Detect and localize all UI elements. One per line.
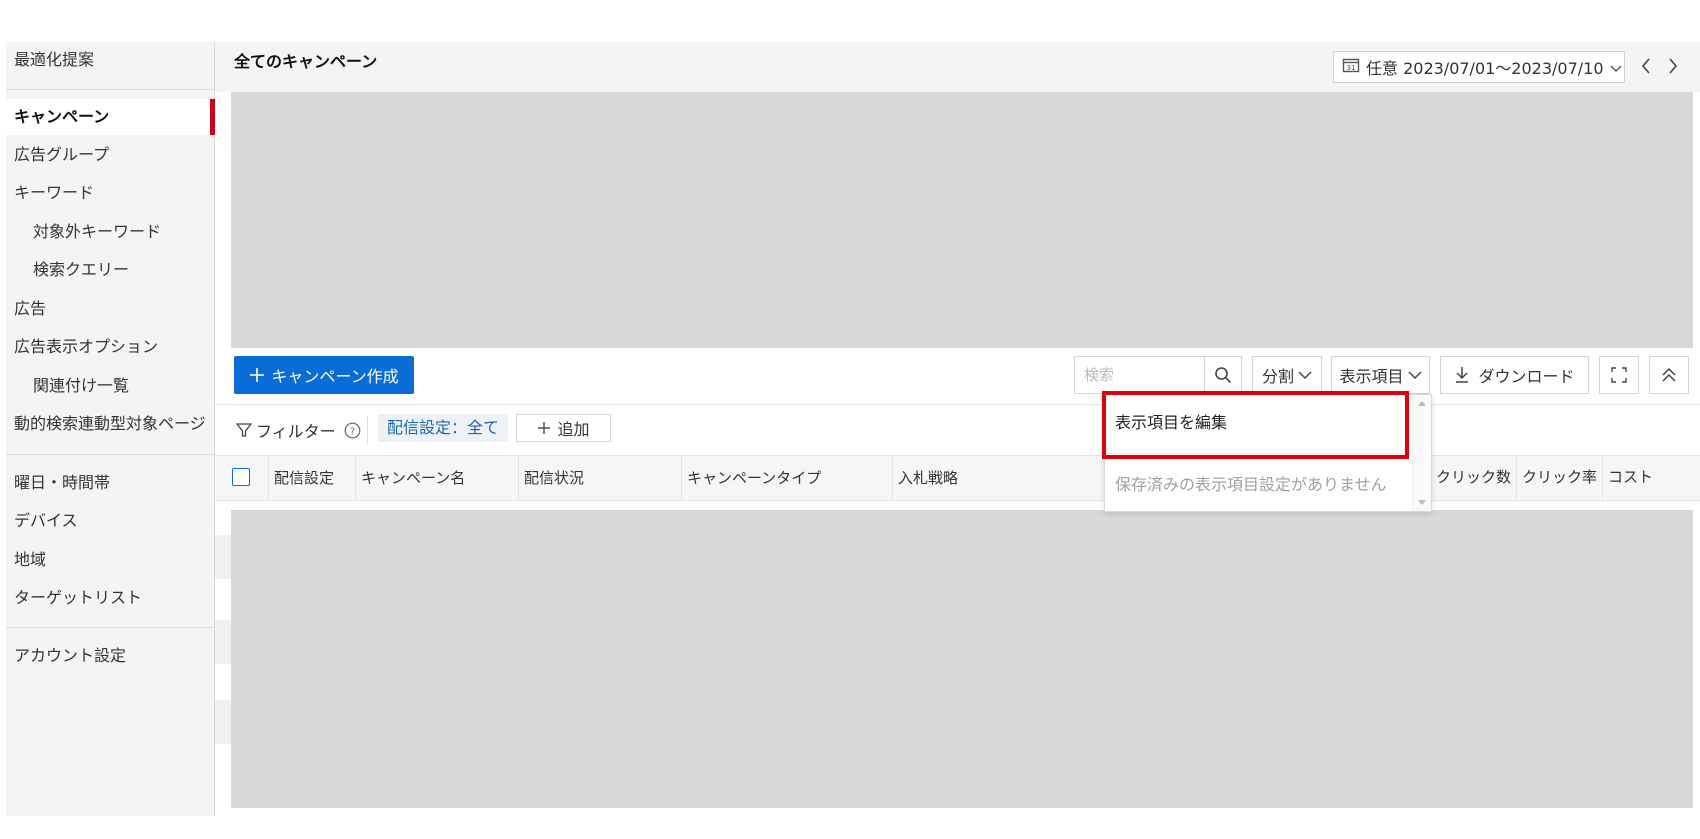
columns-dropdown: 表示項目を編集 保存済みの表示項目設定がありません (1104, 394, 1432, 512)
column-header-clicks[interactable]: クリック数 (1430, 455, 1516, 499)
sidebar-item-adgroup[interactable]: 広告グループ (6, 137, 214, 173)
sidebar-item-negative-keyword[interactable]: 対象外キーワード (6, 214, 214, 250)
sidebar-item-search-query[interactable]: 検索クエリー (6, 252, 214, 288)
column-header-campaign-type[interactable]: キャンペーンタイプ (681, 456, 892, 500)
sidebar-item-day-time[interactable]: 曜日・時間帯 (6, 465, 214, 501)
sidebar-item-dynamic-search[interactable]: 動的検索連動型対象ページ (6, 406, 214, 442)
split-button[interactable]: 分割 (1252, 356, 1322, 394)
column-header-cost[interactable]: コスト (1602, 455, 1688, 499)
plus-icon (250, 368, 265, 382)
date-range-text: 任意 2023/07/01～2023/07/10 (1366, 59, 1604, 78)
sidebar-divider (6, 89, 214, 90)
fullscreen-button[interactable] (1599, 356, 1639, 394)
create-campaign-label: キャンペーン作成 (271, 367, 399, 386)
toolbar-divider (215, 404, 1700, 405)
select-all-checkbox[interactable] (232, 468, 250, 486)
table-row (215, 700, 231, 744)
chevron-down-icon (1298, 370, 1312, 379)
table-body-placeholder (231, 510, 1693, 808)
search-input[interactable]: 検索 (1074, 356, 1204, 394)
download-button[interactable]: ダウンロード (1440, 356, 1589, 394)
sidebar-item-keyword[interactable]: キーワード (6, 175, 214, 211)
sidebar-item-optimization[interactable]: 最適化提案 (6, 42, 214, 78)
prev-period-button[interactable] (1635, 52, 1657, 80)
edit-columns-item[interactable]: 表示項目を編集 (1115, 409, 1227, 433)
filter-label: フィルター (256, 422, 336, 441)
sidebar-item-label: 関連付け一覧 (33, 376, 130, 395)
sidebar-divider (6, 627, 214, 628)
search-button[interactable] (1204, 356, 1242, 394)
filter-toggle[interactable]: フィルター ? (236, 416, 361, 444)
add-filter-label: 追加 (557, 420, 590, 439)
table-row (215, 620, 231, 664)
sidebar-item-campaign[interactable]: キャンペーン (6, 99, 215, 135)
create-campaign-button[interactable]: キャンペーン作成 (234, 356, 414, 394)
columns-button[interactable]: 表示項目 (1331, 356, 1430, 394)
sidebar-item-label: キャンペーン (14, 107, 110, 126)
sidebar-item-label: 地域 (14, 550, 47, 569)
expand-icon (1611, 367, 1627, 383)
dropdown-divider (1105, 453, 1411, 454)
sidebar-item-label: 対象外キーワード (33, 222, 162, 241)
sidebar-item-target-list[interactable]: ターゲットリスト (6, 580, 214, 616)
columns-label: 表示項目 (1339, 367, 1404, 386)
date-range-picker[interactable]: 31 任意 2023/07/01～2023/07/10 (1333, 51, 1625, 83)
saved-columns-empty: 保存済みの表示項目設定がありません (1115, 475, 1387, 494)
sidebar-item-label: 最適化提案 (14, 50, 95, 69)
filter-icon (236, 423, 252, 437)
sidebar-divider (6, 454, 214, 455)
table-row (215, 535, 231, 579)
scroll-up-icon[interactable] (1413, 397, 1431, 409)
filter-chip-delivery[interactable]: 配信設定：全て (378, 414, 509, 442)
collapse-button[interactable] (1649, 356, 1689, 394)
download-label: ダウンロード (1478, 367, 1575, 386)
sidebar-item-label: 動的検索連動型対象ページ (14, 414, 206, 433)
sidebar-item-ad-extension[interactable]: 広告表示オプション (6, 329, 214, 365)
sidebar-item-region[interactable]: 地域 (6, 542, 214, 578)
sidebar-item-label: 曜日・時間帯 (14, 473, 111, 492)
calendar-icon: 31 (1342, 57, 1360, 77)
dropdown-scrollbar[interactable] (1412, 395, 1431, 511)
sidebar: 最適化提案 キャンペーン 広告グループ キーワード 対象外キーワード 検索クエリ… (6, 42, 215, 816)
chevron-left-icon (1641, 58, 1650, 74)
chart-placeholder (231, 92, 1693, 348)
download-icon (1456, 367, 1469, 383)
search-icon (1215, 367, 1232, 384)
column-header-bid-strategy[interactable]: 入札戦略 (892, 456, 1102, 500)
chevron-right-icon (1669, 58, 1678, 74)
scroll-down-icon[interactable] (1413, 497, 1431, 509)
svg-text:31: 31 (1347, 64, 1356, 72)
chevron-double-up-icon (1662, 367, 1676, 382)
page-header: 全てのキャンペーン 31 任意 2023/07/01～2023/07/10 (215, 42, 1700, 92)
page-title: 全てのキャンペーン (234, 52, 378, 71)
sidebar-item-label: 検索クエリー (33, 260, 130, 279)
svg-text:?: ? (350, 426, 355, 437)
sidebar-item-label: キーワード (14, 183, 95, 202)
sidebar-item-label: 広告表示オプション (14, 337, 159, 356)
sidebar-item-label: ターゲットリスト (14, 588, 143, 607)
sidebar-item-account-settings[interactable]: アカウント設定 (6, 638, 214, 674)
sidebar-item-label: 広告 (14, 299, 47, 318)
sidebar-item-device[interactable]: デバイス (6, 503, 214, 539)
sidebar-item-label: アカウント設定 (14, 646, 127, 665)
next-period-button[interactable] (1662, 52, 1684, 80)
sidebar-item-ad[interactable]: 広告 (6, 291, 214, 327)
sidebar-item-label: デバイス (14, 511, 78, 530)
help-icon[interactable]: ? (344, 422, 361, 439)
chevron-down-icon (1610, 58, 1622, 77)
plus-icon (538, 422, 551, 434)
filter-separator (367, 416, 368, 444)
sidebar-item-association-list[interactable]: 関連付け一覧 (6, 368, 214, 404)
column-header-status[interactable]: 配信状況 (518, 456, 681, 500)
chevron-down-icon (1407, 370, 1422, 379)
split-label: 分割 (1261, 367, 1294, 386)
add-filter-button[interactable]: 追加 (516, 414, 611, 442)
column-header-ctr[interactable]: クリック率 (1516, 455, 1602, 499)
column-header-campaign-name[interactable]: キャンペーン名 (355, 456, 518, 500)
sidebar-item-label: 広告グループ (14, 145, 110, 164)
